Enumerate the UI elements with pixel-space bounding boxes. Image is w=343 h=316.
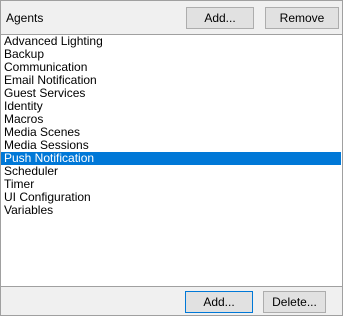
add-item-button[interactable]: Add... bbox=[185, 291, 253, 313]
agents-footer: Add... Delete... bbox=[1, 288, 342, 315]
remove-agent-button[interactable]: Remove bbox=[265, 7, 339, 29]
list-item-identity[interactable]: Identity bbox=[1, 100, 341, 113]
list-item-guest-services[interactable]: Guest Services bbox=[1, 87, 341, 100]
agents-header: Agents Add... Remove bbox=[2, 2, 341, 33]
list-item-scheduler[interactable]: Scheduler bbox=[1, 165, 341, 178]
agents-list[interactable]: Advanced Lighting Backup Communication E… bbox=[1, 34, 342, 287]
delete-item-button[interactable]: Delete... bbox=[263, 291, 326, 313]
list-item-advanced-lighting[interactable]: Advanced Lighting bbox=[1, 35, 341, 48]
agents-panel: Agents Add... Remove Advanced Lighting B… bbox=[0, 0, 343, 316]
add-agent-button[interactable]: Add... bbox=[186, 7, 254, 29]
agents-title: Agents bbox=[6, 11, 44, 25]
list-item-variables[interactable]: Variables bbox=[1, 204, 341, 217]
